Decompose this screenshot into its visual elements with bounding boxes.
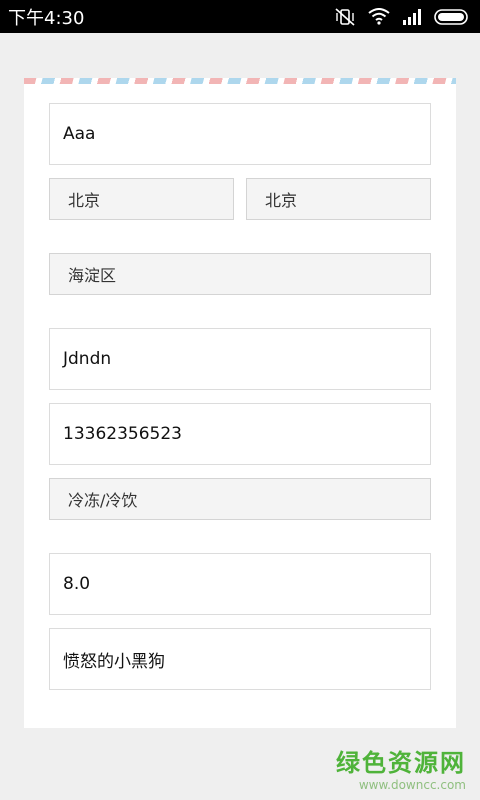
- status-time: 下午4:30: [8, 7, 85, 29]
- signal-icon: [402, 8, 422, 25]
- battery-icon: [434, 8, 470, 25]
- status-icons: [334, 7, 470, 26]
- wifi-icon: [368, 8, 390, 25]
- city-select[interactable]: 北京: [246, 178, 431, 220]
- watermark-title: 绿色资源网: [336, 749, 466, 777]
- district-select[interactable]: 海淀区: [49, 253, 431, 295]
- airmail-border: [24, 78, 456, 84]
- status-bar: 下午4:30: [0, 0, 480, 33]
- name-field[interactable]: Aaa: [49, 103, 431, 165]
- watermark-url: www.downcc.com: [358, 778, 466, 792]
- mute-vibrate-icon: [334, 7, 356, 26]
- watermark: 绿色资源网 www.downcc.com: [336, 743, 466, 792]
- address-field[interactable]: Jdndn: [49, 328, 431, 390]
- category-select[interactable]: 冷冻/冷饮: [49, 478, 431, 520]
- amount-field[interactable]: 8.0: [49, 553, 431, 615]
- phone-field[interactable]: 13362356523: [49, 403, 431, 465]
- remark-field[interactable]: 愤怒的小黑狗: [49, 628, 431, 690]
- province-select[interactable]: 北京: [49, 178, 234, 220]
- order-form-card: Aaa 北京 北京 海淀区 Jdndn 13362356523 冷冻/冷饮 8.…: [24, 78, 456, 728]
